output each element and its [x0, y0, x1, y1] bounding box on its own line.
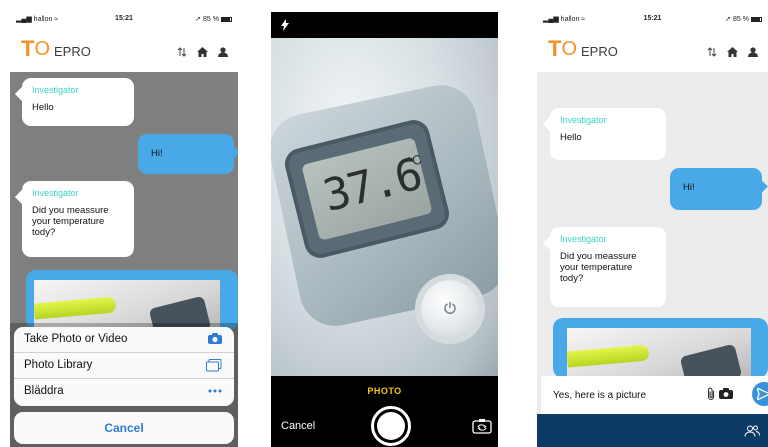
message-text: Hi! [683, 182, 695, 193]
camera-icon[interactable] [719, 388, 733, 399]
user-icon[interactable] [218, 47, 228, 57]
take-photo-option[interactable]: Take Photo or Video [14, 327, 234, 353]
flip-camera-icon[interactable] [472, 418, 492, 434]
sort-arrows-icon[interactable] [707, 47, 717, 57]
battery-indicator: ➚ 85 % [725, 15, 762, 23]
home-icon[interactable] [727, 47, 738, 57]
send-button[interactable] [752, 382, 768, 406]
battery-icon [751, 16, 762, 22]
incoming-message: Investigator Hello [550, 108, 666, 160]
camera-cancel-button[interactable]: Cancel [281, 420, 315, 432]
incoming-message: Investigator Did you meassure your tempe… [22, 181, 134, 257]
chat-screen-composer: ▂▄▆ hallon ≈ 15:21 ➚ 85 % T O EPRO Investi… [537, 12, 768, 447]
outgoing-message: Hi! [138, 134, 234, 174]
message-text: Hi! [151, 148, 163, 159]
more-icon [208, 389, 222, 393]
message-text: Hello [560, 132, 582, 143]
sender-name: Investigator [560, 234, 607, 244]
camera-top-bar [271, 12, 498, 38]
photo-mode-label[interactable]: PHOTO [271, 386, 498, 396]
toepro-logo: T O EPRO [548, 36, 618, 61]
action-sheet: Take Photo or Video Photo Library Bläddr… [14, 327, 234, 406]
outgoing-photo-message[interactable] [26, 270, 238, 330]
participants-icon[interactable] [744, 425, 760, 437]
paperclip-icon[interactable] [707, 387, 715, 401]
message-composer [541, 376, 768, 414]
camera-screen: 37.6 °C PHOTO Cancel [271, 12, 498, 447]
camera-controls: PHOTO Cancel [271, 376, 498, 447]
user-icon[interactable] [748, 47, 758, 57]
sender-name: Investigator [560, 115, 607, 125]
flash-icon[interactable] [281, 19, 289, 31]
outgoing-photo-message[interactable] [553, 318, 768, 378]
incoming-message: Investigator Did you meassure your tempe… [550, 227, 666, 307]
app-header: T O EPRO [10, 26, 238, 72]
incoming-message: Investigator Hello [22, 78, 134, 126]
battery-icon [221, 16, 232, 22]
app-header: T O EPRO [537, 26, 768, 72]
message-text: Did you meassure your temperature tody? [32, 205, 109, 238]
shutter-button[interactable] [371, 406, 411, 446]
send-icon [757, 388, 768, 400]
photo-library-option[interactable]: Photo Library [14, 353, 234, 379]
cancel-button[interactable]: Cancel [14, 412, 234, 444]
chat-screen-action-sheet: ▂▄▆ hallon ≈ 15:21 ➚ 85 % T O EPRO Investi… [10, 12, 238, 447]
thermometer-photo [567, 328, 751, 378]
message-text: Hello [32, 102, 54, 113]
message-text: Did you meassure your temperature tody? [560, 251, 637, 284]
camera-icon [208, 333, 222, 344]
sort-arrows-icon[interactable] [177, 47, 187, 57]
status-bar: ▂▄▆ hallon ≈ 15:21 ➚ 85 % [537, 12, 768, 26]
outgoing-message: Hi! [670, 168, 762, 210]
sender-name: Investigator [32, 188, 79, 198]
home-icon[interactable] [197, 47, 208, 57]
bottom-bar [537, 414, 768, 447]
toepro-logo: T O EPRO [21, 36, 91, 61]
status-bar: ▂▄▆ hallon ≈ 15:21 ➚ 85 % [10, 12, 238, 26]
power-icon [444, 302, 456, 315]
sender-name: Investigator [32, 85, 79, 95]
battery-indicator: ➚ 85 % [195, 15, 232, 23]
browse-option[interactable]: Bläddra [14, 379, 234, 405]
photo-library-icon [206, 359, 222, 372]
thermometer-button [421, 280, 479, 338]
camera-viewfinder: 37.6 °C [271, 38, 498, 376]
